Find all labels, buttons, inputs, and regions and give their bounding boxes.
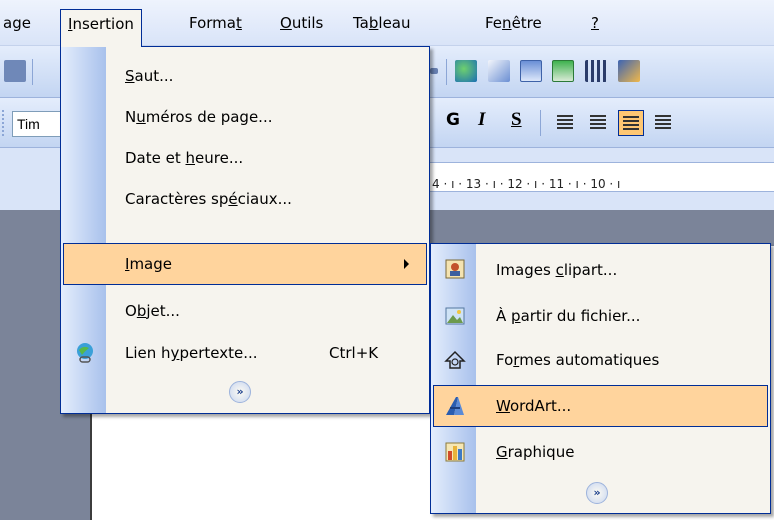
menu-item-label: Saut...: [125, 67, 174, 85]
clipart-icon: [445, 259, 465, 279]
toolbar-separator: [540, 110, 541, 136]
menu-affichage-label: age: [3, 14, 31, 32]
menu-insertion[interactable]: Insertion: [60, 9, 142, 47]
align-center-icon: [590, 115, 606, 129]
submenu-item-label: WordArt...: [496, 397, 572, 415]
submenu-item-wordart[interactable]: WordArt...: [433, 385, 768, 427]
wordart-icon: [446, 397, 464, 415]
menu-label-part: être: [511, 14, 542, 32]
align-center-button[interactable]: [586, 110, 612, 136]
hyperlink-icon: [77, 343, 93, 363]
menu-label-part: leau: [378, 14, 411, 32]
italic-button[interactable]: I: [478, 109, 485, 131]
menu-label-part: Fe: [485, 14, 503, 32]
insert-excel-icon[interactable]: [552, 60, 574, 82]
undo-dropdown-icon[interactable]: [430, 68, 438, 74]
menu-accelerator: b: [368, 14, 379, 32]
menu-affichage[interactable]: age: [0, 9, 38, 37]
menu-label-part: Forma: [189, 14, 236, 32]
justify-button[interactable]: [651, 110, 677, 136]
submenu-item-formes-automatiques[interactable]: Formes automatiques: [433, 340, 768, 380]
insert-table-icon[interactable]: [520, 60, 542, 82]
submenu-arrow-icon: [404, 259, 409, 269]
align-right-icon: [623, 116, 639, 130]
expand-submenu-chevron-icon[interactable]: »: [586, 482, 608, 504]
menu-format[interactable]: Format: [182, 9, 249, 37]
submenu-item-label: Graphique: [496, 443, 575, 461]
bold-button[interactable]: G: [446, 110, 460, 130]
menu-item-shortcut: Ctrl+K: [329, 344, 379, 362]
insertion-dropdown-menu: Saut... Numéros de page... Date et heure…: [60, 46, 430, 414]
menu-item-image[interactable]: Image: [63, 243, 427, 285]
submenu-item-images-clipart[interactable]: Images clipart...: [433, 250, 768, 290]
toolbar-separator: [32, 59, 33, 85]
menu-label-part: nsertion: [72, 15, 134, 33]
menu-item-date-et-heure[interactable]: Date et heure...: [63, 138, 427, 178]
toolbar-separator: [446, 59, 447, 85]
menu-accelerator: O: [280, 14, 292, 32]
align-right-button[interactable]: [618, 110, 644, 136]
hyperlink-icon[interactable]: [455, 60, 477, 82]
menu-item-lien-hypertexte[interactable]: Lien hypertexte... Ctrl+K: [63, 333, 427, 373]
menu-outils[interactable]: Outils: [273, 9, 330, 37]
drawing-icon[interactable]: [618, 60, 640, 82]
columns-icon[interactable]: [585, 60, 607, 82]
menu-item-objet[interactable]: Objet...: [63, 291, 427, 331]
menu-item-label: Numéros de page...: [125, 108, 273, 126]
justify-icon: [655, 115, 671, 129]
menu-item-label: Image: [125, 255, 172, 273]
ruler-numbers: 4 · ı · 13 · ı · 12 · ı · 11 · ı · 10 · …: [432, 177, 621, 191]
chart-icon: [445, 442, 465, 462]
submenu-item-label: Formes automatiques: [496, 351, 660, 369]
menu-fenetre[interactable]: Fenêtre: [478, 9, 549, 37]
menu-item-numeros-de-page[interactable]: Numéros de page...: [63, 97, 427, 137]
menu-label-part: Ta: [353, 14, 369, 32]
align-left-icon: [557, 115, 573, 129]
tables-borders-icon[interactable]: [488, 60, 510, 82]
menu-tableau[interactable]: Tableau: [346, 9, 418, 37]
print-preview-icon[interactable]: [4, 60, 26, 82]
underline-button[interactable]: S: [511, 109, 522, 131]
menu-item-label: Lien hypertexte...: [125, 344, 258, 362]
menu-accelerator: ?: [591, 14, 599, 32]
menu-accelerator: n: [502, 14, 512, 32]
submenu-item-a-partir-du-fichier[interactable]: À partir du fichier...: [433, 296, 768, 336]
menu-accelerator: t: [235, 14, 242, 32]
menu-label-part: utils: [291, 14, 324, 32]
toolbar-grip[interactable]: [2, 110, 5, 136]
submenu-item-label: À partir du fichier...: [496, 307, 641, 325]
autoshapes-icon: [444, 350, 466, 369]
menu-item-label: Objet...: [125, 302, 180, 320]
menu-item-saut[interactable]: Saut...: [63, 56, 427, 96]
menu-item-label: Date et heure...: [125, 149, 244, 167]
menu-bar: age Insertion Format Outils Tableau Fenê…: [0, 0, 774, 47]
menu-item-label: Caractères spéciaux...: [125, 190, 292, 208]
submenu-item-label: Images clipart...: [496, 261, 618, 279]
expand-menu-chevron-icon[interactable]: »: [229, 381, 251, 403]
font-name-combobox[interactable]: Tim: [12, 111, 62, 137]
menu-item-caracteres-speciaux[interactable]: Caractères spéciaux...: [63, 179, 427, 219]
picture-file-icon: [445, 307, 465, 325]
image-submenu: Images clipart... À partir du fichier...…: [430, 243, 771, 514]
align-left-button[interactable]: [553, 110, 579, 136]
menu-aide[interactable]: ?: [584, 9, 606, 37]
submenu-item-graphique[interactable]: Graphique: [433, 432, 768, 472]
